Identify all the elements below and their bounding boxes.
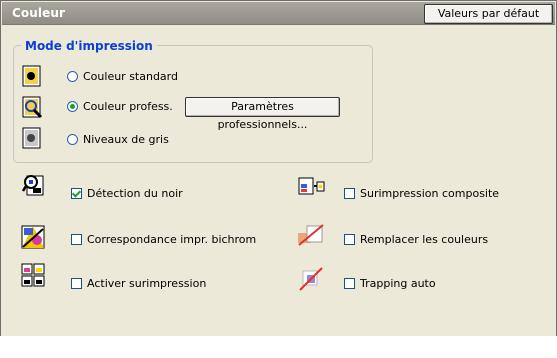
color-panel: Couleur Valeurs par défaut Mode d'impres… [0, 0, 557, 358]
two-color-match-icon [21, 225, 45, 249]
substitute-colors-checkbox[interactable] [344, 234, 355, 245]
overprint-row[interactable]: Activer surimpression [71, 277, 206, 290]
composite-overprint-label: Surimpression composite [360, 187, 500, 200]
standard-color-label: Couleur standard [83, 70, 178, 83]
substitute-colors-row[interactable]: Remplacer les couleurs [344, 233, 488, 246]
professional-color-radio[interactable] [67, 101, 78, 112]
two-color-match-row[interactable]: Correspondance impr. bichrom [71, 233, 256, 246]
auto-trapping-label: Trapping auto [360, 277, 436, 290]
composite-overprint-row[interactable]: Surimpression composite [344, 187, 499, 200]
defaults-button[interactable]: Valeurs par défaut [424, 4, 553, 24]
professional-color-icon [22, 96, 43, 119]
overprint-label: Activer surimpression [87, 277, 207, 290]
standard-color-radio[interactable] [67, 71, 78, 82]
grayscale-label: Niveaux de gris [83, 133, 169, 146]
radio-row-professional[interactable]: Couleur profess. [67, 100, 173, 113]
substitute-colors-icon [298, 224, 324, 246]
black-detection-checkbox[interactable] [71, 188, 82, 199]
auto-trapping-checkbox[interactable] [344, 278, 355, 289]
composite-overprint-icon [298, 177, 325, 195]
black-detection-row[interactable]: Détection du noir [71, 187, 183, 200]
bottom-margin [0, 336, 557, 358]
black-detection-label: Détection du noir [87, 187, 183, 200]
professional-settings-button[interactable]: Paramètres professionnels... [185, 97, 340, 131]
print-mode-title: Mode d'impression [21, 39, 157, 53]
auto-trapping-icon [299, 267, 323, 291]
radio-row-grayscale[interactable]: Niveaux de gris [67, 133, 169, 146]
grayscale-icon [22, 127, 41, 149]
composite-overprint-checkbox[interactable] [344, 188, 355, 199]
auto-trapping-row[interactable]: Trapping auto [344, 277, 436, 290]
overprint-checkbox[interactable] [71, 278, 82, 289]
black-detection-icon [22, 175, 44, 196]
professional-color-label: Couleur profess. [83, 100, 173, 113]
grayscale-radio[interactable] [67, 134, 78, 145]
two-color-match-label: Correspondance impr. bichrom [87, 233, 257, 246]
substitute-colors-label: Remplacer les couleurs [360, 233, 489, 246]
panel-title: Couleur [12, 6, 66, 20]
radio-row-standard[interactable]: Couleur standard [67, 70, 178, 83]
two-color-match-checkbox[interactable] [71, 234, 82, 245]
overprint-icon [21, 263, 45, 287]
standard-color-icon [22, 65, 41, 87]
